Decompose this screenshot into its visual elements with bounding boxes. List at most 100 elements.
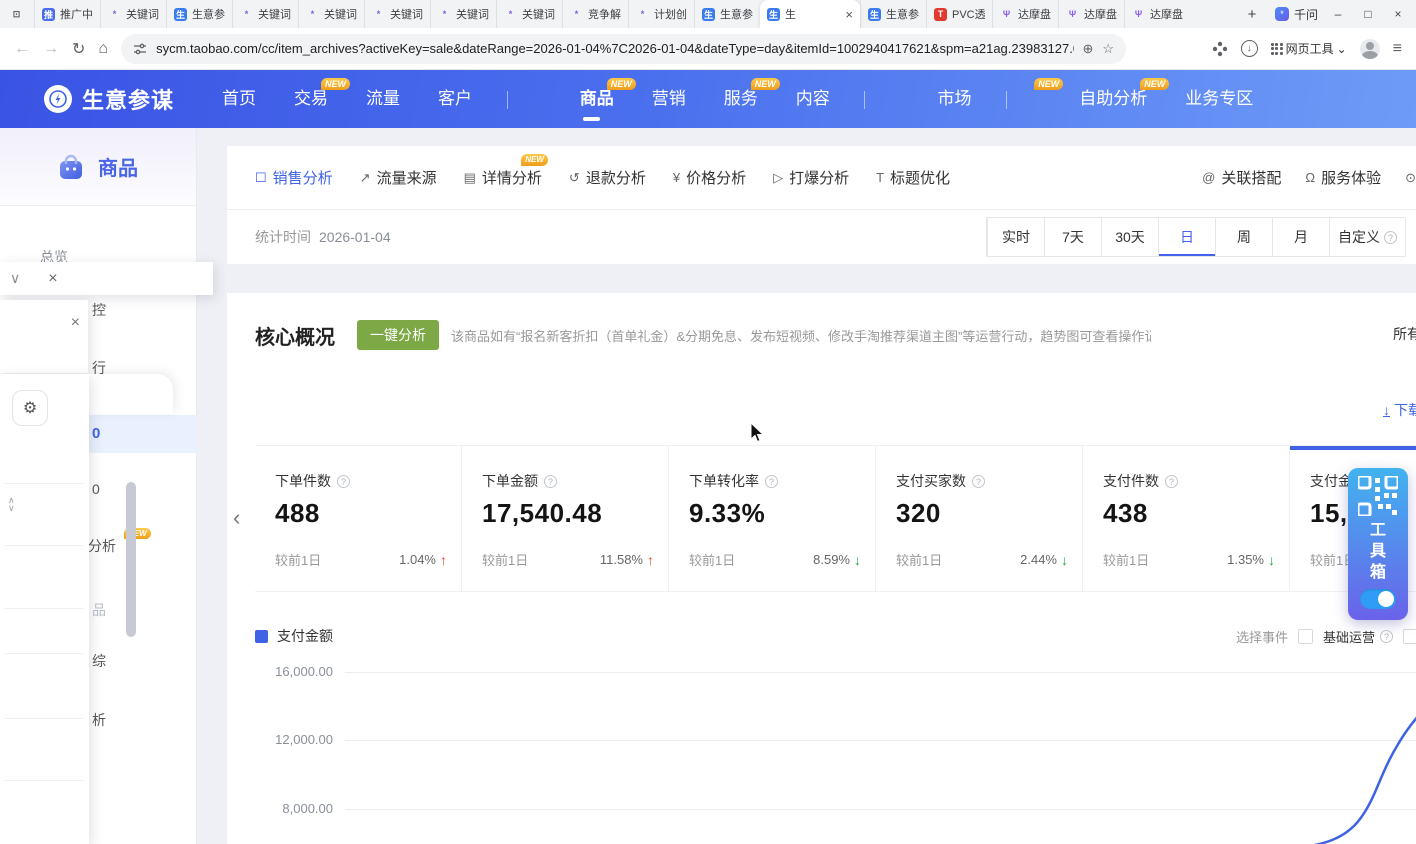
analysis-tab[interactable]: ▤ 详情分析 NEW (464, 167, 542, 188)
browser-tab[interactable]: Ψ 达摩盘 (1058, 0, 1124, 28)
nav-item[interactable]: 市场 NEW (937, 70, 1041, 128)
downloads-icon[interactable]: ↓ (1241, 40, 1258, 57)
browser-tab[interactable]: * 关键词 (232, 0, 298, 28)
analysis-link[interactable]: Ω 服务体验 (1305, 167, 1381, 188)
nav-item[interactable]: 自助分析 NEW (1079, 70, 1147, 128)
nav-item[interactable]: 交易 NEW (294, 70, 328, 128)
close-icon[interactable]: × (48, 270, 57, 288)
scrollbar-thumb[interactable] (126, 482, 136, 637)
browser-tab[interactable]: * 关键词 (364, 0, 430, 28)
sidebar-item-partial[interactable]: 分析NEW (88, 536, 116, 556)
sidebar-item-partial[interactable]: 控 (92, 300, 106, 320)
address-bar[interactable]: sycm.taobao.com/cc/item_archives?activeK… (121, 34, 1126, 64)
date-range-button[interactable]: 自定义 ? (1329, 218, 1405, 256)
browser-tab[interactable]: 生 生意参 (166, 0, 232, 28)
event-checkbox[interactable] (1298, 629, 1313, 644)
url-text[interactable]: sycm.taobao.com/cc/item_archives?activeK… (156, 41, 1073, 56)
browser-tab[interactable]: 生 生意参 (694, 0, 760, 28)
tab-favicon: ⊡ (10, 8, 23, 21)
nav-item[interactable]: 客户 (438, 70, 542, 128)
nav-item[interactable]: 服务 NEW (724, 70, 758, 128)
gear-icon[interactable]: ⚙ (12, 390, 48, 426)
home-icon[interactable]: ⌂ (98, 40, 108, 58)
analysis-link[interactable]: ⊙ (1405, 170, 1416, 186)
browser-tab[interactable]: ⊡ (4, 0, 34, 28)
browser-tab[interactable]: * 计划创 (628, 0, 694, 28)
nav-item[interactable]: 商品 NEW (580, 70, 614, 128)
browser-tab[interactable]: 生 生 × (760, 0, 860, 28)
trend-arrow-icon: ↓ (854, 552, 861, 568)
browser-tab[interactable]: * 关键词 (100, 0, 166, 28)
legend-label[interactable]: 支付金额 (277, 626, 333, 646)
nav-item[interactable]: 首页 (222, 70, 256, 128)
sidebar-item-partial[interactable]: 综 (92, 651, 106, 671)
forward-icon[interactable]: → (43, 40, 59, 58)
tab-close-icon[interactable]: × (845, 7, 853, 22)
browser-tab[interactable]: * 关键词 (430, 0, 496, 28)
analysis-tab[interactable]: ↺ 退款分析 (569, 167, 646, 188)
browser-tab[interactable]: T PVC透 (926, 0, 992, 28)
browser-tab[interactable]: Ψ 达摩盘 (1124, 0, 1190, 28)
nav-item[interactable]: 流量 (366, 70, 400, 128)
new-tab-button[interactable]: + (1239, 1, 1265, 27)
date-range-button[interactable]: 月 (1272, 218, 1329, 256)
extensions-icon[interactable] (1212, 41, 1228, 57)
analysis-tab[interactable]: ↗ 流量来源 (360, 167, 437, 188)
stat-date-value[interactable]: 2026-01-04 (319, 229, 391, 245)
analysis-link[interactable]: @ 关联搭配 (1202, 167, 1281, 188)
analysis-tab[interactable]: ▷ 打爆分析 (773, 167, 849, 188)
analysis-tab[interactable]: ¥ 价格分析 (673, 167, 746, 188)
collapse-chevron-icon[interactable]: ∨ (10, 270, 20, 287)
date-range-button[interactable]: 实时 (987, 218, 1044, 256)
site-settings-icon[interactable] (133, 42, 147, 56)
sidebar-item-partial[interactable]: 0 (92, 481, 100, 497)
close-icon[interactable]: × (71, 314, 80, 332)
analysis-tab[interactable]: ☐ 销售分析 (255, 167, 333, 188)
assistant-button[interactable]: * 千问 (1275, 6, 1318, 23)
browser-tab[interactable]: 生 生意参 (860, 0, 926, 28)
window-maximize-button[interactable]: □ (1358, 7, 1378, 21)
nav-item[interactable]: 业务专区 (1185, 70, 1253, 128)
profile-avatar[interactable] (1360, 39, 1380, 59)
date-range-button[interactable]: 周 (1215, 218, 1272, 256)
cards-prev-chevron-icon[interactable]: ‹ (233, 505, 240, 531)
metric-card[interactable]: 下单转化率? 9.33% 较前1日 8.59%↓ (669, 446, 876, 591)
event-checkbox-2[interactable] (1403, 629, 1416, 644)
bookmark-star-icon[interactable]: ☆ (1102, 41, 1114, 57)
analysis-tab[interactable]: T 标题优化 (876, 167, 950, 188)
metric-card[interactable]: 下单件数? 488 较前1日 1.04%↑ (255, 446, 462, 591)
sidebar-item-partial[interactable]: 品 (92, 600, 106, 620)
menu-icon[interactable]: ≡ (1393, 40, 1402, 58)
metric-title: 支付买家数 (896, 471, 966, 491)
metric-card[interactable]: 支付件数? 438 较前1日 1.35%↓ (1083, 446, 1290, 591)
sidebar-item-partial[interactable]: 析 (92, 710, 106, 730)
browser-tab[interactable]: * 竞争解 (562, 0, 628, 28)
nav-item[interactable]: 营销 (652, 70, 686, 128)
metric-card[interactable]: 下单金额? 17,540.48 较前1日 11.58%↑ (462, 446, 669, 591)
brand[interactable]: 生意参谋 (44, 83, 174, 115)
core-overview-panel: 核心概况 一键分析 该商品如有“报名新客折扣（首单礼金）&分期免息、发布短视频、… (227, 293, 1416, 844)
toolbox-toggle[interactable] (1360, 589, 1396, 609)
metric-card[interactable]: 支付买家数? 320 较前1日 2.44%↓ (876, 446, 1083, 591)
zoom-page-icon[interactable]: ⊕ (1083, 41, 1094, 57)
back-icon[interactable]: ← (14, 40, 30, 58)
one-click-analyze-button[interactable]: 一键分析 (357, 320, 439, 350)
date-range-button[interactable]: 日 (1158, 218, 1215, 256)
reload-icon[interactable]: ↻ (72, 39, 85, 59)
web-tools-button[interactable]: 网页工具 ⌄ (1271, 40, 1347, 57)
window-close-button[interactable]: × (1388, 7, 1408, 21)
date-range-button[interactable]: 30天 (1101, 218, 1158, 256)
nav-item[interactable]: 内容 (796, 70, 900, 128)
date-range-button[interactable]: 7天 (1044, 218, 1101, 256)
window-minimize-button[interactable]: – (1328, 7, 1348, 21)
download-icon: ↓ (1383, 404, 1390, 417)
expand-collapse-icon[interactable]: ∧∨ (8, 496, 15, 512)
download-link[interactable]: ↓下载 (1383, 400, 1416, 420)
browser-tab[interactable]: * 关键词 (298, 0, 364, 28)
more-link[interactable]: 所有 (1393, 324, 1416, 344)
browser-tab[interactable]: Ψ 达摩盘 (992, 0, 1058, 28)
browser-tab[interactable]: * 关键词 (496, 0, 562, 28)
tab-icon: ¥ (673, 170, 680, 185)
browser-tab[interactable]: 推 推广中 (34, 0, 100, 28)
toolbox-widget[interactable]: 工具箱 (1348, 468, 1408, 620)
